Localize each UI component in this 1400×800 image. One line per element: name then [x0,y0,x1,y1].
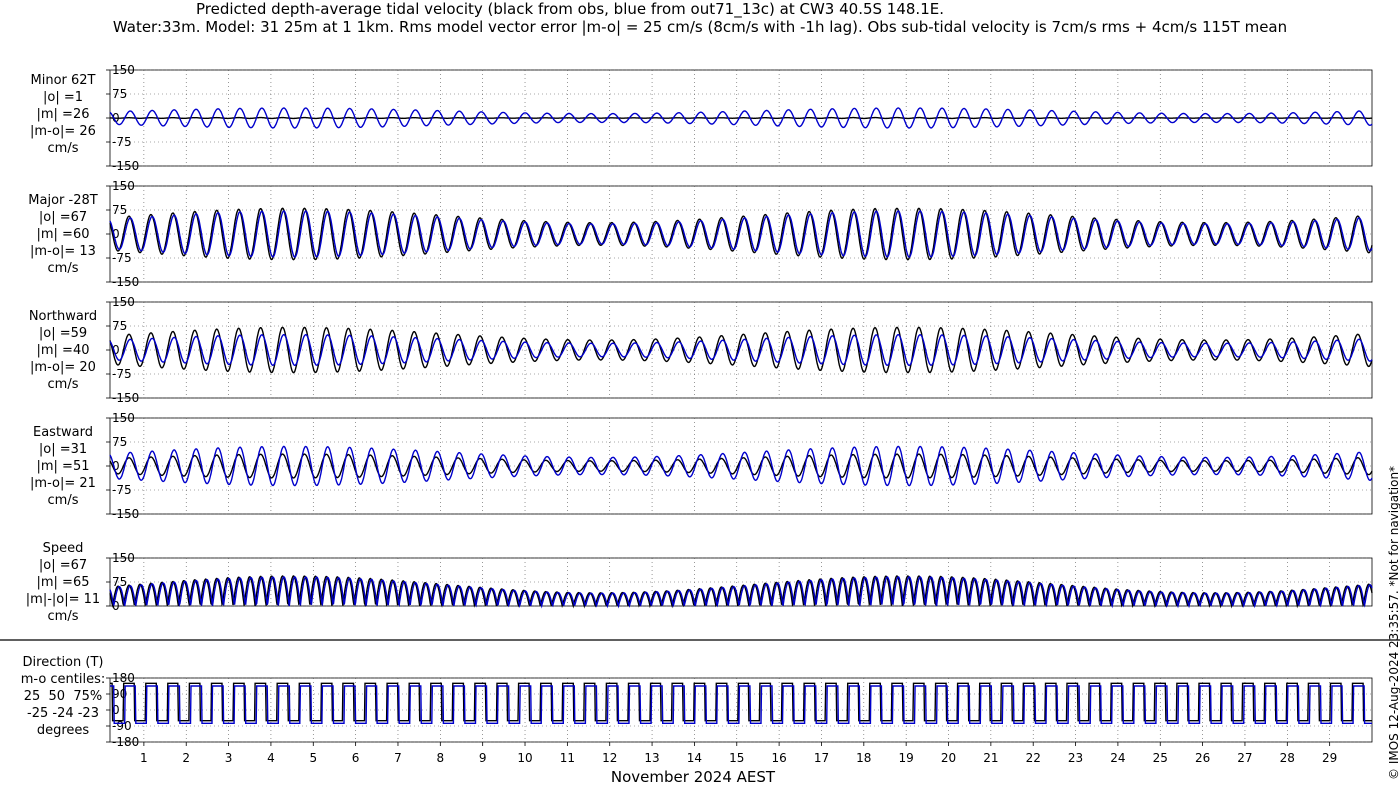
x-tick-label: 12 [602,751,617,765]
x-tick-label: 2 [182,751,190,765]
y-tick-label: -75 [112,483,132,497]
x-axis-label: November 2024 AEST [610,768,776,786]
y-tick-label: 150 [112,551,135,565]
y-tick-label: 75 [112,319,127,333]
x-tick-label: 13 [644,751,659,765]
y-tick-label: -150 [112,391,139,405]
x-tick-label: 14 [687,751,702,765]
x-tick-label: 20 [941,751,956,765]
x-tick-label: 26 [1195,751,1210,765]
x-tick-label: 23 [1068,751,1083,765]
x-tick-label: 16 [771,751,786,765]
y-tick-label: 150 [112,179,135,193]
y-tick-label: -150 [112,507,139,521]
x-tick-label: 8 [437,751,445,765]
x-tick-label: 10 [517,751,532,765]
y-tick-label: 75 [112,203,127,217]
y-tick-label: -75 [112,367,132,381]
x-tick-label: 21 [983,751,998,765]
x-tick-label: 28 [1280,751,1295,765]
y-tick-label: 150 [112,411,135,425]
x-tick-label: 24 [1110,751,1125,765]
x-tick-label: 27 [1237,751,1252,765]
x-tick-label: 29 [1322,751,1337,765]
x-tick-label: 15 [729,751,744,765]
x-tick-label: 7 [394,751,402,765]
y-tick-label: 150 [112,63,135,77]
x-tick-label: 1 [140,751,148,765]
y-tick-label: 75 [112,435,127,449]
credit-label: © IMOS 12-Aug-2024 23:35:57. *Not for na… [1387,465,1400,780]
x-tick-label: 25 [1153,751,1168,765]
x-tick-label: 9 [479,751,487,765]
x-tick-label: 19 [899,751,914,765]
y-tick-label: 75 [112,87,127,101]
x-tick-label: 4 [267,751,275,765]
x-tick-label: 11 [560,751,575,765]
y-tick-label: -75 [112,135,132,149]
x-tick-label: 5 [309,751,317,765]
credit-text: © IMOS 12-Aug-2024 23:35:57. *Not for na… [1387,406,1400,786]
x-tick-label: 22 [1026,751,1041,765]
series-obs-line [109,116,1372,120]
x-tick-label: 3 [225,751,233,765]
tidal-velocity-chart: -150-75075150-150-75075150-150-75075150-… [0,63,1400,765]
x-tick-label: 18 [856,751,871,765]
y-tick-label: -180 [112,735,139,749]
x-tick-label: 6 [352,751,360,765]
y-tick-label: 150 [112,295,135,309]
y-tick-label: -75 [112,251,132,265]
y-tick-label: -150 [112,275,139,289]
x-tick-label: 17 [814,751,829,765]
y-tick-label: -150 [112,159,139,173]
